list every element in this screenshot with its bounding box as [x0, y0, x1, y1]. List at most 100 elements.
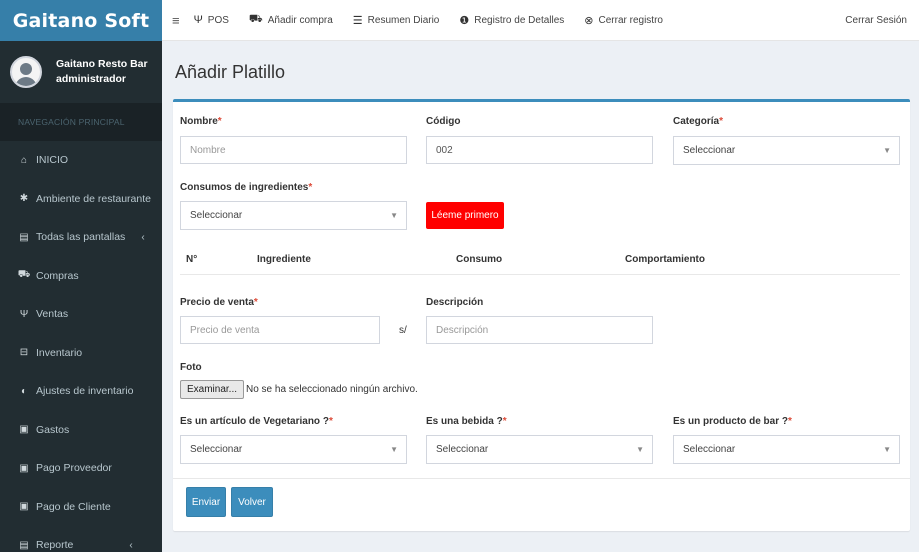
- gear-icon: ✱: [19, 193, 29, 205]
- currency-suffix: s/: [399, 325, 407, 336]
- enviar-button[interactable]: Enviar: [186, 487, 226, 517]
- bar-select[interactable]: Seleccionar ▼: [673, 435, 900, 464]
- sidebar: Gaitano Soft Gaitano Resto Bar administr…: [0, 0, 162, 552]
- sidebar-item-label: Todas las pantallas: [36, 231, 126, 244]
- sidebar-item-gastos[interactable]: ▣ Gastos: [0, 411, 162, 450]
- sidebar-item-ajustes[interactable]: ◐ Ajustes de inventario: [0, 372, 162, 411]
- logout-link[interactable]: Cerrar Sesión: [845, 15, 907, 26]
- vegetariano-select-value: Seleccionar: [190, 444, 243, 455]
- nav-cerrar-registro[interactable]: ⊗ Cerrar registro: [584, 14, 663, 27]
- cart-icon: ⛟: [248, 13, 263, 25]
- file-status: No se ha seleccionado ningún archivo.: [246, 384, 418, 395]
- volver-button[interactable]: Volver: [231, 487, 273, 517]
- sidebar-item-inventario[interactable]: ⊟ Inventario: [0, 334, 162, 373]
- table-divider: [180, 274, 900, 275]
- chevron-left-icon: ‹: [129, 539, 133, 551]
- brand-logo[interactable]: Gaitano Soft: [0, 0, 162, 41]
- sidebar-item-label: Compras: [36, 269, 79, 282]
- descripcion-input[interactable]: Descripción: [426, 316, 653, 344]
- consumos-label: Consumos de ingredientes*: [180, 182, 313, 193]
- sidebar-item-ambiente[interactable]: ✱ Ambiente de restaurante: [0, 180, 162, 219]
- chevron-down-icon: ▼: [390, 445, 398, 454]
- info-icon: ❶: [459, 14, 470, 27]
- user-role: administrador: [56, 73, 127, 85]
- nav-registro-detalles-label: Registro de Detalles: [474, 14, 565, 26]
- nav-pos-label: POS: [207, 14, 229, 26]
- money-icon: ▣: [19, 424, 29, 436]
- sidebar-item-label: Pago Proveedor: [36, 462, 112, 475]
- money-icon: ▣: [19, 501, 29, 513]
- sidebar-item-label: Ambiente de restaurante: [36, 192, 151, 205]
- sidebar-item-compras[interactable]: ⛟ Compras: [0, 257, 162, 296]
- sidebar-item-label: Gastos: [36, 423, 70, 436]
- nav-pos[interactable]: Ψ POS: [194, 14, 229, 26]
- codigo-label: Código: [426, 116, 461, 127]
- nav-resumen-diario-label: Resumen Diario: [367, 14, 440, 26]
- sidebar-item-inicio[interactable]: ⌂ INICIO: [0, 141, 162, 180]
- close-circle-icon: ⊗: [584, 14, 594, 27]
- sidebar-item-pago-cliente[interactable]: ▣ Pago de Cliente: [0, 488, 162, 527]
- sidebar-item-label: Ventas: [36, 308, 69, 321]
- examinar-button[interactable]: Examinar...: [180, 380, 245, 399]
- bebida-select[interactable]: Seleccionar ▼: [426, 435, 653, 464]
- th-comportamiento: Comportamiento: [625, 254, 705, 265]
- adjust-icon: ◐: [20, 385, 28, 397]
- nav-resumen-diario[interactable]: ☰ Resumen Diario: [353, 14, 440, 27]
- vegetariano-label: Es un artículo de Vegetariano ?*: [180, 416, 333, 427]
- top-navbar: ≡ Ψ POS ⛟ Añadir compra ☰ Resumen Diario…: [162, 0, 919, 41]
- sidebar-item-label: INICIO: [36, 154, 69, 167]
- chevron-down-icon: ▼: [883, 146, 891, 155]
- user-panel: Gaitano Resto Bar administrador: [0, 41, 162, 103]
- categoria-select-value: Seleccionar: [683, 145, 736, 156]
- chevron-down-icon: ▼: [636, 445, 644, 454]
- codigo-input[interactable]: 002: [426, 136, 653, 164]
- user-name: Gaitano Resto Bar: [56, 58, 148, 70]
- chevron-left-icon: ‹: [141, 231, 145, 243]
- consumos-select-value: Seleccionar: [190, 210, 243, 221]
- money-icon: ▣: [19, 462, 29, 474]
- sidebar-item-pantallas[interactable]: ▤ Todas las pantallas ‹: [0, 218, 162, 257]
- footer-divider: [173, 478, 910, 479]
- inbox-icon: ⊟: [19, 347, 29, 359]
- precio-input[interactable]: Precio de venta: [180, 316, 380, 344]
- bebida-select-value: Seleccionar: [436, 444, 489, 455]
- home-icon: ⌂: [20, 154, 28, 166]
- chevron-down-icon: ▼: [883, 445, 891, 454]
- sidebar-item-pago-proveedor[interactable]: ▣ Pago Proveedor: [0, 449, 162, 488]
- nav-registro-detalles[interactable]: ❶ Registro de Detalles: [459, 14, 564, 27]
- nav-anadir-compra[interactable]: ⛟ Añadir compra: [249, 13, 333, 27]
- menu-toggle-icon[interactable]: ≡: [172, 13, 180, 28]
- categoria-label: Categoría*: [673, 116, 724, 127]
- leeme-primero-button[interactable]: Léeme primero: [426, 202, 504, 229]
- vegetariano-select[interactable]: Seleccionar ▼: [180, 435, 407, 464]
- list-icon: ☰: [352, 14, 363, 27]
- descripcion-label: Descripción: [426, 297, 484, 308]
- nombre-input[interactable]: Nombre: [180, 136, 407, 164]
- file-icon: ▤: [19, 539, 29, 551]
- categoria-select[interactable]: Seleccionar ▼: [673, 136, 900, 165]
- sidebar-item-ventas[interactable]: Ψ Ventas: [0, 295, 162, 334]
- sidebar-item-reporte[interactable]: ▤ Reporte ‹: [0, 526, 162, 552]
- chevron-down-icon: ▼: [390, 211, 398, 220]
- cart-icon: ⛟: [17, 269, 31, 281]
- sidebar-item-label: Pago de Cliente: [36, 500, 111, 513]
- bar-label: Es un producto de bar ?*: [673, 416, 792, 427]
- cutlery-icon: Ψ: [19, 308, 29, 320]
- sidebar-item-label: Reporte: [36, 539, 74, 552]
- nav-anadir-compra-label: Añadir compra: [267, 14, 333, 26]
- foto-label: Foto: [180, 362, 202, 373]
- nav-header: NAVEGACIÓN PRINCIPAL: [0, 103, 162, 141]
- sidebar-item-label: Inventario: [36, 346, 83, 359]
- cutlery-icon: Ψ: [193, 14, 203, 26]
- bar-select-value: Seleccionar: [683, 444, 736, 455]
- th-ingrediente: Ingrediente: [257, 254, 311, 265]
- nav-cerrar-registro-label: Cerrar registro: [598, 14, 663, 26]
- nombre-label: Nombre*: [180, 116, 222, 127]
- bebida-label: Es una bebida ?*: [426, 416, 507, 427]
- page-title: Añadir Platillo: [175, 62, 286, 82]
- consumos-select[interactable]: Seleccionar ▼: [180, 201, 407, 230]
- th-num: N°: [186, 254, 198, 265]
- file-icon: ▤: [19, 231, 29, 243]
- th-consumo: Consumo: [456, 254, 503, 265]
- avatar: [10, 56, 42, 88]
